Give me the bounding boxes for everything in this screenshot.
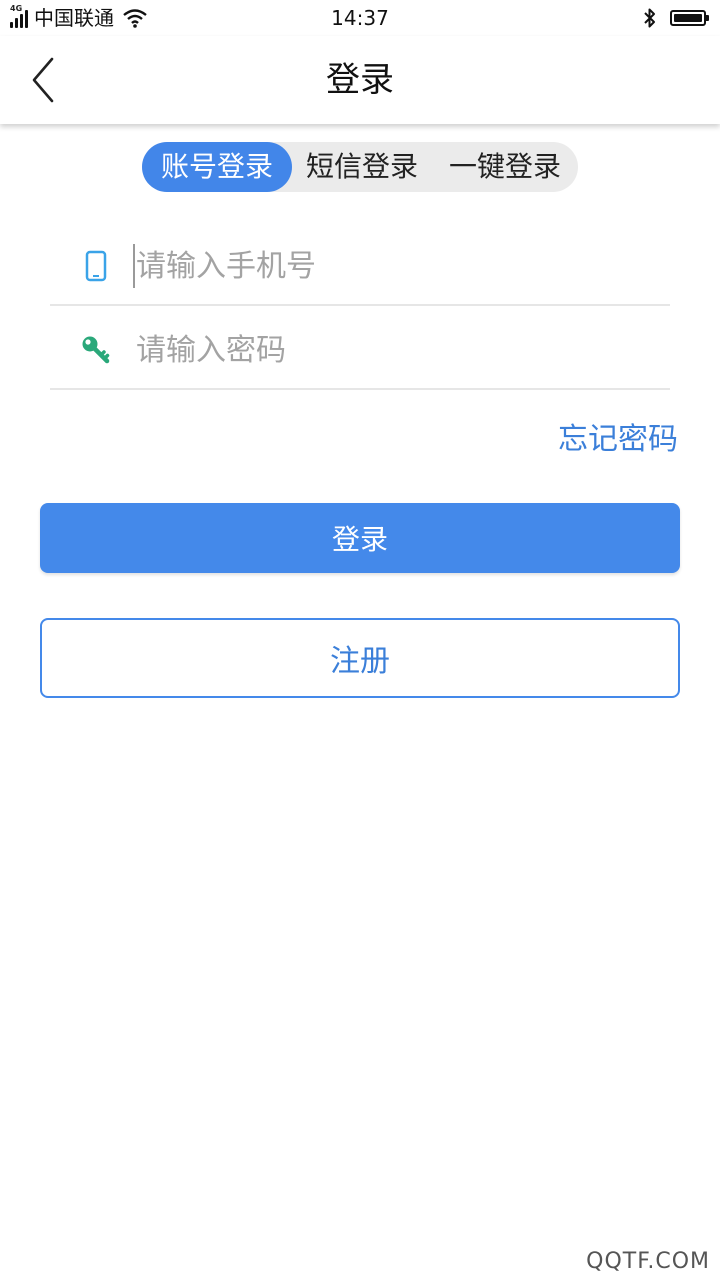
login-method-tabs: 账号登录 短信登录 一键登录 [142, 142, 578, 192]
login-button[interactable]: 登录 [40, 503, 680, 573]
forgot-password-link[interactable]: 忘记密码 [558, 414, 678, 458]
status-right [642, 6, 709, 30]
password-field [50, 310, 670, 390]
register-button[interactable]: 注册 [40, 618, 680, 698]
page-title: 登录 [326, 60, 394, 100]
key-icon [78, 330, 114, 370]
status-bar: 4G 中国联通 14:37 [0, 0, 720, 36]
tab-account-login[interactable]: 账号登录 [142, 142, 292, 192]
phone-icon [78, 246, 114, 286]
tab-sms-login[interactable]: 短信登录 [292, 142, 432, 192]
status-time: 14:37 [331, 6, 389, 30]
battery-icon [670, 10, 709, 26]
bluetooth-icon [644, 8, 655, 28]
watermark: QQTF.COM [586, 1249, 710, 1274]
password-input[interactable] [134, 318, 654, 382]
phone-input[interactable] [134, 234, 654, 298]
nav-bar: 登录 [0, 36, 720, 124]
tab-one-click-login[interactable]: 一键登录 [432, 142, 578, 192]
phone-field [50, 226, 670, 306]
